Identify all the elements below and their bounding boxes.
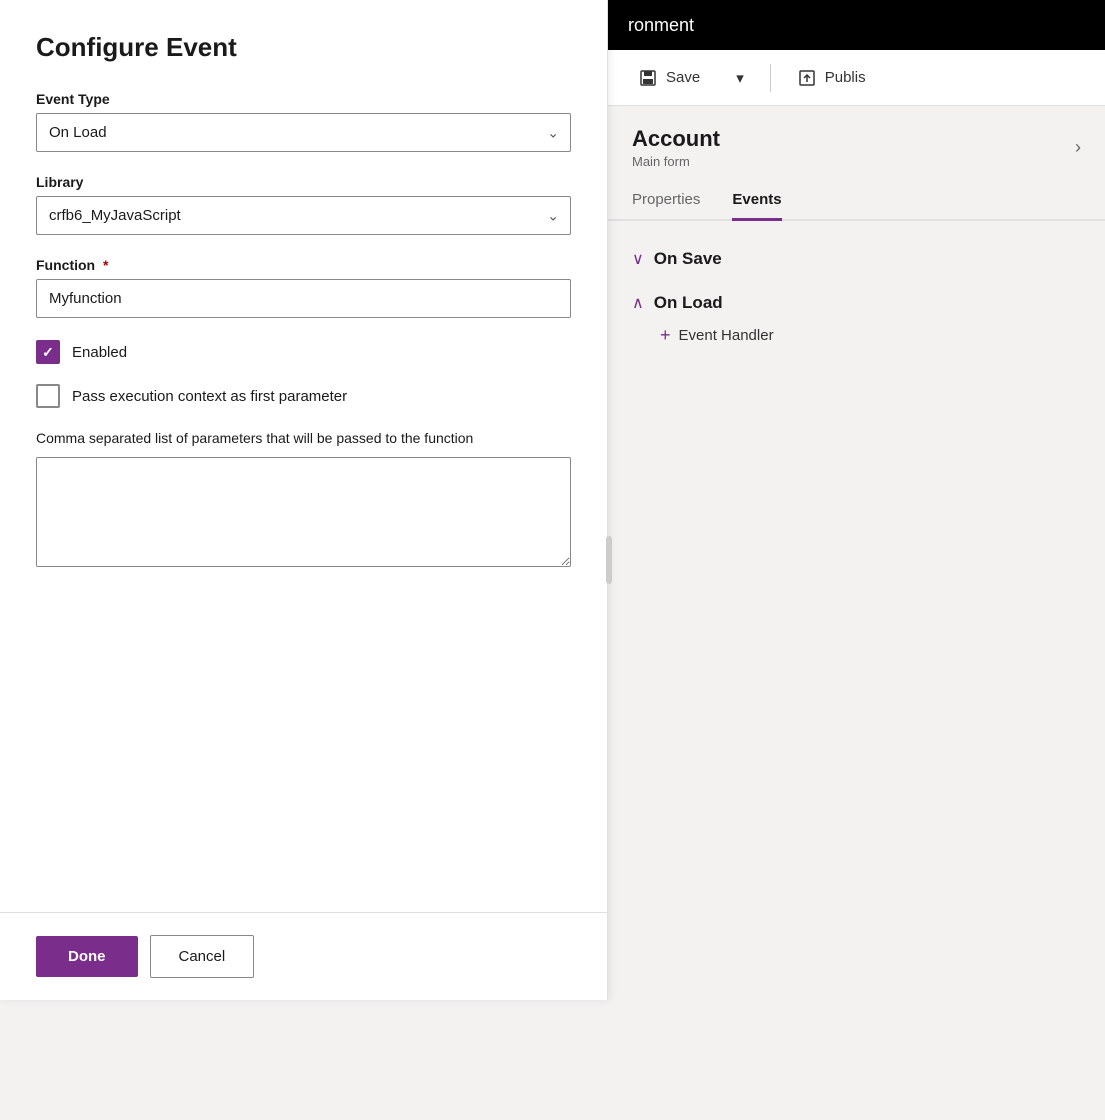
events-panel: ∨ On Save ∧ On Load + Event Handler [608,221,1105,374]
event-type-label: Event Type [36,91,571,107]
enabled-checkbox-visual [36,340,60,364]
library-label: Library [36,174,571,190]
library-select[interactable]: crfb6_MyJavaScript [36,196,571,235]
toolbar-divider [770,64,771,92]
modal-title: Configure Event [36,32,571,63]
function-input[interactable] [36,279,571,318]
account-section: Account Main form › [608,106,1105,169]
tab-events[interactable]: Events [732,181,781,221]
enabled-row: Enabled [36,340,571,364]
on-save-header[interactable]: ∨ On Save [632,249,1081,269]
configure-event-panel: Configure Event Event Type On Load On Sa… [0,0,608,1000]
account-title: Account [632,126,720,152]
account-subtitle: Main form [632,154,720,169]
pass-context-label: Pass execution context as first paramete… [72,388,347,405]
cancel-button[interactable]: Cancel [150,935,255,978]
header-bar: ronment [608,0,1105,50]
plus-icon: + [660,325,671,346]
splitter-visual [606,536,612,584]
done-button[interactable]: Done [36,936,138,977]
panel-splitter[interactable] [600,0,618,1120]
required-indicator: * [103,257,108,273]
tab-properties[interactable]: Properties [632,181,700,221]
right-panel: ronment Save ▾ Publis Account [608,0,1105,1120]
enabled-checkbox-wrapper[interactable] [36,340,60,364]
event-type-group: Event Type On Load On Save On Change ⌄ [36,91,571,152]
publish-label: Publis [825,69,866,86]
on-save-expand-icon: ∨ [632,249,644,269]
pass-context-checkbox-wrapper[interactable] [36,384,60,408]
modal-footer: Done Cancel [0,912,607,1000]
library-select-wrapper: crfb6_MyJavaScript ⌄ [36,196,571,235]
add-handler-button[interactable]: + Event Handler [660,325,1081,346]
save-label: Save [666,69,700,86]
params-label: Comma separated list of parameters that … [36,428,571,449]
pass-context-checkbox-visual [36,384,60,408]
event-type-select-wrapper: On Load On Save On Change ⌄ [36,113,571,152]
library-group: Library crfb6_MyJavaScript ⌄ [36,174,571,235]
on-load-label: On Load [654,293,723,313]
on-load-section: ∧ On Load + Event Handler [608,281,1105,358]
on-load-header[interactable]: ∧ On Load [632,293,1081,313]
chevron-right-icon[interactable]: › [1075,137,1081,158]
add-handler-label: Event Handler [679,327,774,344]
params-textarea[interactable] [36,457,571,567]
pass-context-row: Pass execution context as first paramete… [36,384,571,408]
toolbar: Save ▾ Publis [608,50,1105,106]
tabs-row: Properties Events [608,181,1105,221]
save-dropdown-button[interactable]: ▾ [726,63,754,93]
publish-icon [797,68,817,88]
enabled-label: Enabled [72,344,127,361]
on-save-section: ∨ On Save [608,237,1105,281]
header-title: ronment [628,15,694,36]
function-label: Function * [36,257,571,273]
params-group: Comma separated list of parameters that … [36,428,571,572]
publish-button[interactable]: Publis [787,62,876,94]
dropdown-chevron-icon: ▾ [736,69,744,87]
function-group: Function * [36,257,571,318]
account-info: Account Main form [632,126,720,169]
event-type-select[interactable]: On Load On Save On Change [36,113,571,152]
save-icon [638,68,658,88]
save-button[interactable]: Save [628,62,710,94]
on-save-label: On Save [654,249,722,269]
on-load-collapse-icon: ∧ [632,293,644,313]
